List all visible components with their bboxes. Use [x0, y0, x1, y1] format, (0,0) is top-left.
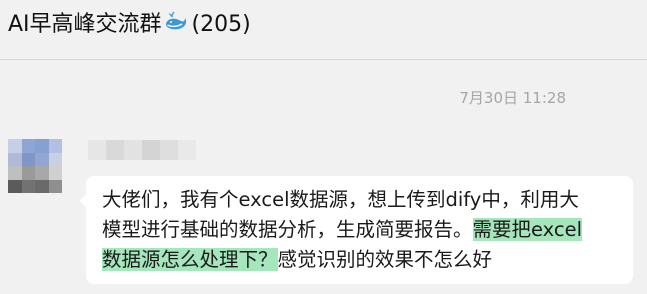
message-line-3: 数据源怎么处理下？感觉识别的效果不怎么好 — [102, 245, 619, 275]
message-line-2: 模型进行基础的数据分析，生成简要报告。需要把excel — [102, 215, 619, 245]
sender-avatar[interactable] — [8, 139, 62, 193]
member-count: (205) — [191, 12, 251, 37]
chat-header: AI早高峰交流群 (205) — [0, 0, 647, 60]
whale-icon — [165, 11, 186, 30]
highlighted-text: 数据源怎么处理下？ — [102, 248, 278, 271]
sender-name-blurred — [88, 140, 196, 160]
highlighted-text: 需要把excel — [472, 218, 583, 241]
message-text-segment: 模型进行基础的数据分析，生成简要报告。 — [102, 218, 473, 241]
message-text-segment: 大佬们，我有个excel数据源，想上传到dify中，利用大 — [102, 188, 579, 211]
group-name: AI早高峰交流群 — [8, 12, 162, 37]
message-line-1: 大佬们，我有个excel数据源，想上传到dify中，利用大 — [102, 185, 619, 215]
chat-title[interactable]: AI早高峰交流群 (205) — [8, 10, 251, 40]
message-timestamp: 7月30日 11:28 — [459, 89, 566, 107]
message-text-segment: 感觉识别的效果不怎么好 — [277, 248, 493, 271]
message-bubble[interactable]: 大佬们，我有个excel数据源，想上传到dify中，利用大 模型进行基础的数据分… — [79, 176, 633, 284]
